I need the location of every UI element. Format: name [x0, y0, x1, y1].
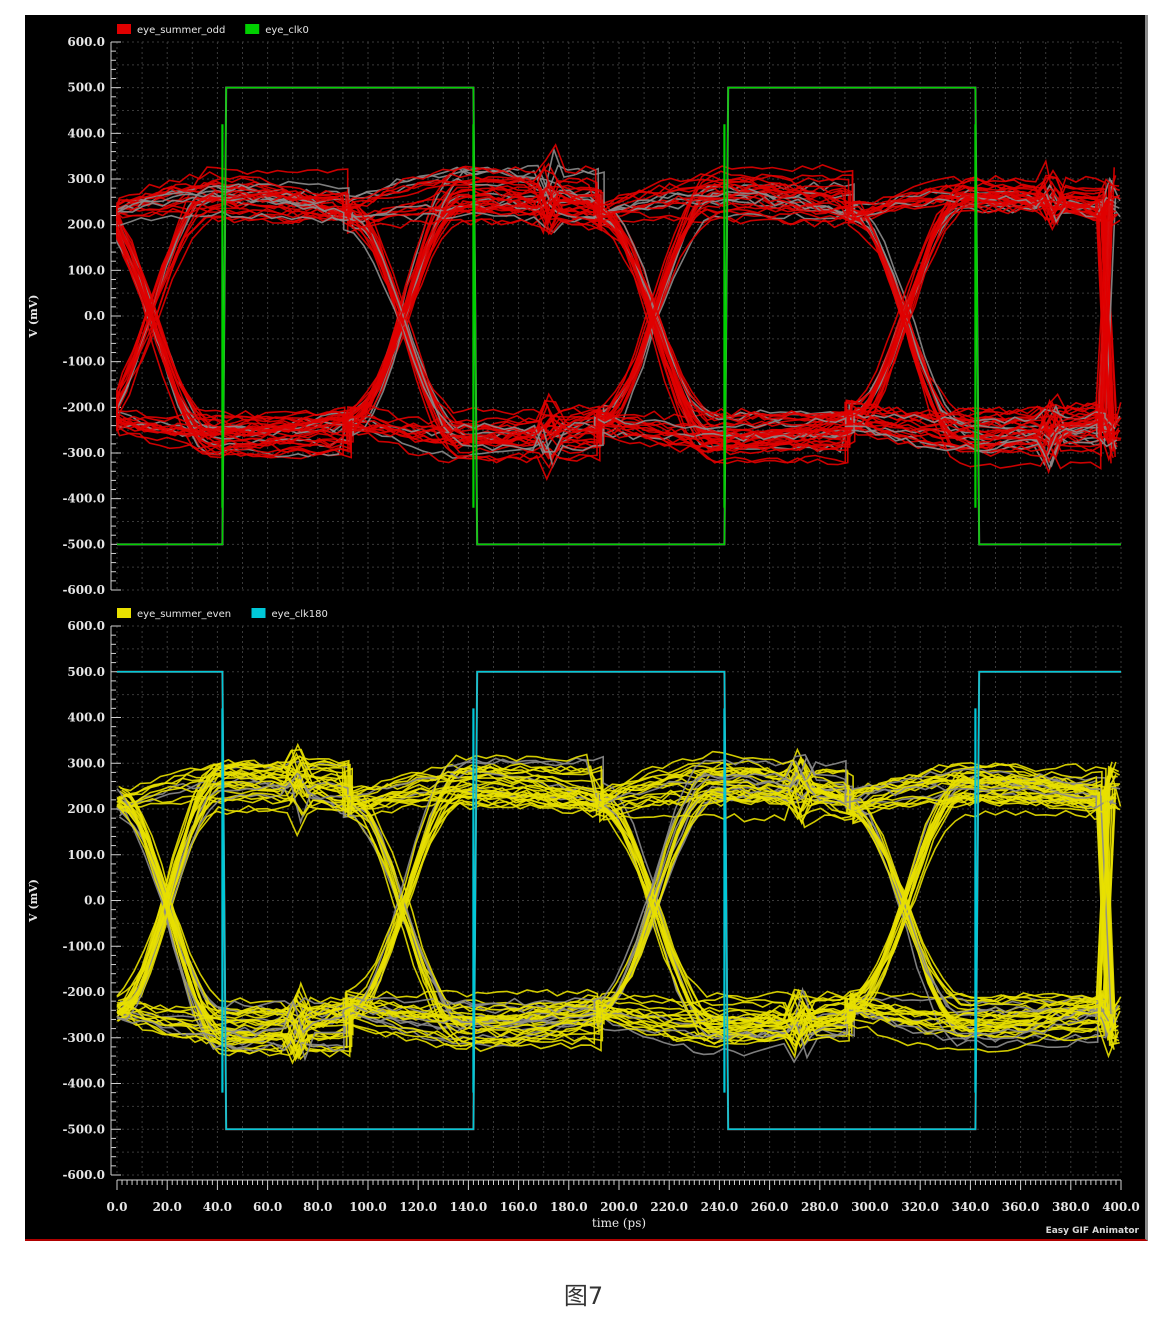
x-tick-label: 360.0 [1002, 1200, 1040, 1214]
x-tick-label: 60.0 [253, 1200, 282, 1214]
x-tick-label: 340.0 [952, 1200, 990, 1214]
y-tick-label: 400.0 [67, 711, 105, 725]
y-tick-label: 300.0 [67, 756, 105, 770]
legend-label: eye_clk0 [265, 25, 309, 36]
x-tick-label: 140.0 [450, 1200, 488, 1214]
x-tick-label: 200.0 [600, 1200, 638, 1214]
y-tick-label: 100.0 [67, 848, 105, 862]
x-tick-label: 120.0 [399, 1200, 437, 1214]
x-tick-label: 220.0 [650, 1200, 688, 1214]
x-tick-label: 160.0 [500, 1200, 538, 1214]
y-axis-label: V (mV) [27, 295, 40, 339]
y-tick-label: 0.0 [84, 309, 105, 323]
x-tick-label: 100.0 [349, 1200, 387, 1214]
x-tick-label: 0.0 [107, 1200, 128, 1214]
x-tick-label: 400.0 [1102, 1200, 1140, 1214]
legend-swatch [117, 608, 131, 618]
watermark-text: Easy GIF Animator [1045, 1226, 1139, 1236]
y-tick-label: 200.0 [67, 218, 105, 232]
x-tick-label: 300.0 [851, 1200, 889, 1214]
y-tick-label: 600.0 [67, 35, 105, 49]
y-axis [110, 625, 121, 1176]
y-tick-label: -200.0 [62, 400, 105, 414]
legend-swatch [251, 608, 266, 618]
y-tick-label: 300.0 [67, 172, 105, 186]
legend-label: eye_summer_odd [137, 25, 225, 36]
eye-diagram-plot: 600.0 500.0 400.0 300.0 200.0 100.0 0.0 -100.0 -… [27, 24, 1140, 1230]
y-axis [110, 41, 121, 591]
x-tick-label: 320.0 [901, 1200, 939, 1214]
legend-label: eye_summer_even [137, 609, 231, 620]
y-tick-label: 600.0 [67, 619, 105, 633]
x-axis-label: time (ps) [592, 1216, 646, 1230]
y-tick-label: -600.0 [62, 1168, 105, 1182]
y-axis-label: V (mV) [27, 879, 40, 923]
y-tick-label: 400.0 [67, 126, 105, 140]
y-tick-label: -100.0 [62, 939, 105, 953]
x-tick-label: 380.0 [1052, 1200, 1090, 1214]
time-axis: 0.0 20.0 40.0 60.0 80.0 100.0 120.0 140.0 160.0 1… [107, 1179, 1140, 1230]
y-tick-label: -100.0 [62, 355, 105, 369]
panel-odd: 600.0 500.0 400.0 300.0 200.0 100.0 0.0 -100.0 -… [27, 24, 1122, 597]
y-tick-label: 0.0 [84, 894, 105, 908]
y-tick-label: -500.0 [62, 537, 105, 551]
y-tick-label: -300.0 [62, 1031, 105, 1045]
x-tick-label: 280.0 [801, 1200, 839, 1214]
y-tick-label: -500.0 [62, 1122, 105, 1136]
y-tick-label: -600.0 [62, 583, 105, 597]
y-tick-label: 200.0 [67, 802, 105, 816]
grid [116, 625, 1122, 1176]
y-tick-label: 500.0 [67, 81, 105, 95]
eye-trace [118, 755, 1114, 1053]
x-tick-label: 20.0 [153, 1200, 182, 1214]
panel-even: 600.0 500.0 400.0 300.0 200.0 100.0 0.0 -100.0 -… [27, 608, 1122, 1182]
y-tick-label: -300.0 [62, 446, 105, 460]
x-tick-label: 260.0 [751, 1200, 789, 1214]
eye-trace [119, 760, 1115, 1019]
legend-label: eye_clk180 [272, 609, 328, 620]
scope-window: 600.0 500.0 400.0 300.0 200.0 100.0 0.0 -100.0 -… [25, 15, 1148, 1241]
y-tick-label: -200.0 [62, 985, 105, 999]
figure-caption: 图7 [563, 1282, 604, 1310]
x-tick-label: 240.0 [701, 1200, 739, 1214]
y-tick-label: -400.0 [62, 1077, 105, 1091]
grid [116, 41, 1122, 591]
x-tick-label: 180.0 [550, 1200, 588, 1214]
x-tick-label: 40.0 [203, 1200, 232, 1214]
legend-swatch [245, 24, 260, 34]
legend-swatch [117, 24, 131, 34]
y-tick-label: -400.0 [62, 492, 105, 506]
eye-trace [116, 757, 1118, 1053]
y-tick-label: 500.0 [67, 665, 105, 679]
x-tick-label: 80.0 [303, 1200, 332, 1214]
y-tick-label: 100.0 [67, 263, 105, 277]
